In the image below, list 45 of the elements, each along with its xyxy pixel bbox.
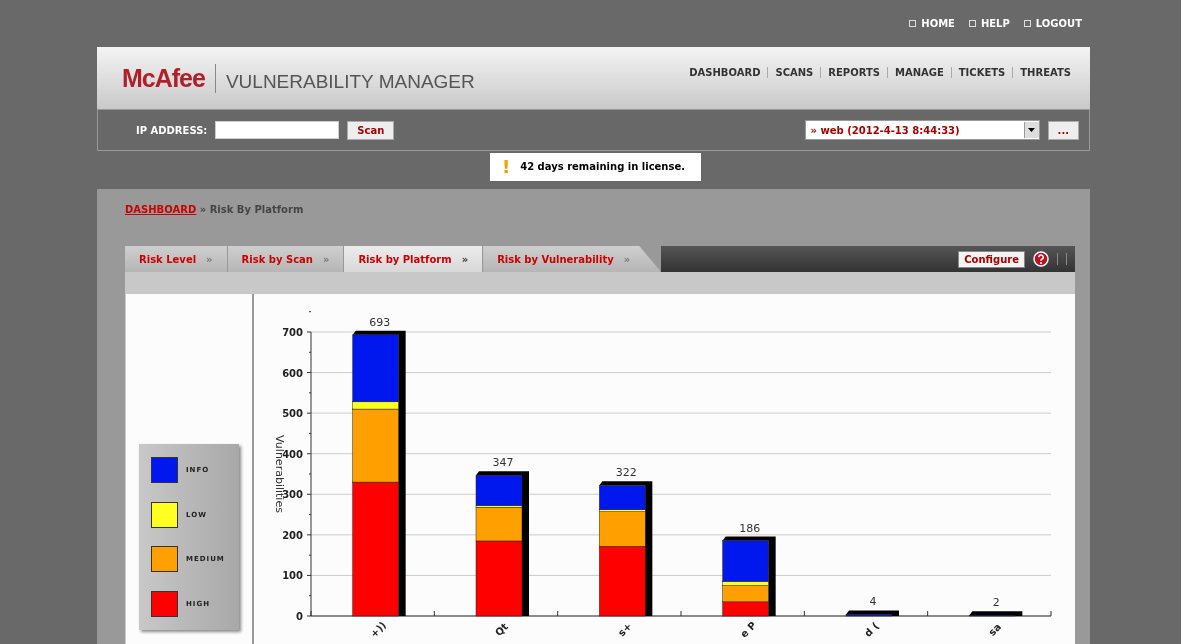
x-tick-label: +))	[368, 619, 389, 640]
nav-link[interactable]: DASHBOARD	[682, 67, 768, 78]
scan-select[interactable]: » web (2012-4-13 8:44:33)	[804, 120, 1040, 140]
notice-text: 42 days remaining in license.	[520, 161, 685, 172]
bar-segment	[845, 614, 893, 617]
bar-value-label: 693	[369, 315, 391, 329]
y-tick-label: 100	[282, 570, 303, 582]
bar-value-label: 2	[992, 596, 1000, 610]
bar-segment	[969, 614, 1016, 617]
grip-icon[interactable]	[1057, 253, 1067, 265]
breadcrumb: DASHBOARD » Risk By Platform	[125, 204, 304, 215]
logo: McAfee	[122, 63, 216, 93]
ip-address-field[interactable]	[215, 121, 340, 139]
tab[interactable]: Risk by Platform »	[344, 246, 484, 272]
x-tick-label: s+	[615, 620, 634, 639]
bar-value-label: 322	[615, 466, 637, 480]
nav-link[interactable]: REPORTS	[820, 67, 887, 78]
top-link[interactable]: HELP	[968, 18, 1010, 29]
bar-value-label: 347	[492, 456, 514, 470]
y-tick-label: 700	[282, 327, 303, 338]
top-link[interactable]: HOME	[909, 18, 955, 29]
bar-value-label: 186	[739, 521, 761, 535]
top-link[interactable]: LOGOUT	[1023, 18, 1082, 29]
x-tick-label: sa	[986, 621, 1004, 638]
x-tick-label: d (	[862, 620, 881, 639]
y-tick-label: 0	[296, 611, 303, 622]
nav-link[interactable]: TICKETS	[950, 67, 1013, 78]
warning-icon: !	[502, 156, 511, 177]
y-tick-label: 500	[282, 408, 303, 420]
ip-label: IP ADDRESS:	[136, 124, 208, 136]
y-tick-label: 600	[282, 367, 303, 379]
product-title: VULNERABILITY MANAGER	[225, 71, 475, 93]
bar-value-label: 4	[869, 595, 877, 609]
nav-link[interactable]: MANAGE	[886, 67, 951, 78]
caret-icon	[1028, 128, 1036, 132]
configure-button[interactable]: Configure	[958, 250, 1025, 268]
more-button[interactable]: ...	[1047, 120, 1079, 140]
x-tick-label: e P	[738, 619, 759, 640]
y-tick-label: 200	[282, 529, 303, 541]
x-tick-label: Qt	[492, 620, 511, 639]
scan-button[interactable]: Scan	[347, 120, 395, 140]
nav-link[interactable]: SCANS	[767, 67, 821, 78]
nav-link[interactable]: THREATS	[1012, 67, 1078, 78]
help-icon[interactable]	[1033, 251, 1049, 267]
y-tick-label: 400	[282, 448, 303, 460]
